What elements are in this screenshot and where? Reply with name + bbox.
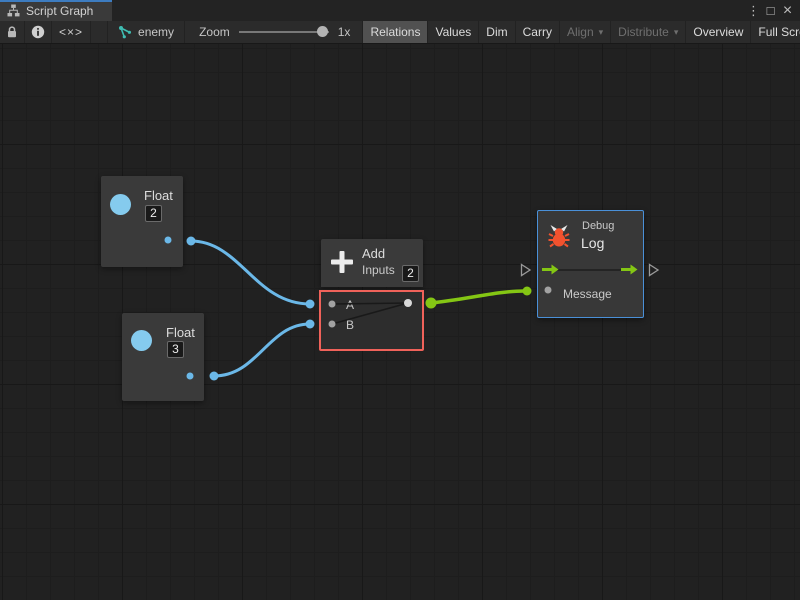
relations-toggle[interactable]: Relations <box>362 21 428 43</box>
flow-hint-triangle-right-icon <box>648 263 660 277</box>
port-a-label: A <box>346 298 354 312</box>
plus-icon <box>328 248 356 276</box>
inputs-count-field[interactable]: 2 <box>402 265 419 282</box>
zoom-value: 1x <box>338 25 351 39</box>
chevron-down-icon: ▾ <box>599 27 604 38</box>
titlebar: Script Graph ⋮ □ × <box>0 0 800 21</box>
wire-float1-to-a[interactable] <box>191 241 310 304</box>
node-float-1[interactable]: Float 2 <box>101 176 183 267</box>
inspect-button[interactable] <box>25 21 52 43</box>
message-port-label: Message <box>563 287 612 301</box>
graph-tab-icon <box>7 4 20 17</box>
window-menu-icon[interactable]: ⋮ <box>746 0 761 21</box>
zoom-slider-handle[interactable] <box>317 26 328 37</box>
full-screen-button[interactable]: Full Screen <box>751 21 800 43</box>
node-title: Add <box>362 246 385 261</box>
wire-endpoint <box>210 372 219 381</box>
distribute-dropdown[interactable]: Distribute ▾ <box>611 21 686 43</box>
float-type-icon <box>131 330 152 351</box>
node-category: Debug <box>582 220 614 232</box>
preview-code-button[interactable]: <×> <box>52 21 91 43</box>
values-label: Values <box>435 25 471 39</box>
tab-script-graph[interactable]: Script Graph <box>0 0 112 21</box>
wire-endpoint <box>306 320 315 329</box>
toolbar-spacer <box>185 21 199 43</box>
tab-title: Script Graph <box>26 4 93 18</box>
zoom-slider[interactable] <box>239 31 329 33</box>
dim-toggle[interactable]: Dim <box>479 21 515 43</box>
overview-button[interactable]: Overview <box>686 21 751 43</box>
overview-label: Overview <box>693 25 743 39</box>
flow-input-arrow-icon[interactable] <box>542 264 559 275</box>
node-add-header[interactable]: Add Inputs 2 <box>321 239 423 287</box>
align-dropdown[interactable]: Align ▾ <box>560 21 611 43</box>
zoom-label: Zoom <box>199 25 230 39</box>
wire-endpoint <box>426 298 437 309</box>
distribute-label: Distribute <box>618 25 669 39</box>
breadcrumb-graph[interactable]: enemy <box>107 21 185 43</box>
port-b-label: B <box>346 318 354 332</box>
carry-label: Carry <box>523 25 552 39</box>
wire-endpoint <box>306 300 315 309</box>
node-title: Float <box>166 325 195 340</box>
lock-icon <box>6 25 18 39</box>
wire-endpoint <box>523 287 532 296</box>
chevron-down-icon: ▾ <box>674 27 679 38</box>
node-title: Float <box>144 188 173 203</box>
lock-button[interactable] <box>0 21 25 43</box>
script-graph-window: Script Graph ⋮ □ × <box>0 0 800 600</box>
zoom-control: Zoom 1x <box>199 21 350 43</box>
node-float-2[interactable]: Float 3 <box>122 313 204 401</box>
node-title: Log <box>581 235 604 251</box>
full-screen-label: Full Screen <box>758 25 800 39</box>
wire-endpoint <box>187 237 196 246</box>
float-value-field[interactable]: 2 <box>145 205 162 222</box>
float-value-field[interactable]: 3 <box>167 341 184 358</box>
values-toggle[interactable]: Values <box>428 21 479 43</box>
wire-float2-to-b[interactable] <box>214 324 310 376</box>
carry-toggle[interactable]: Carry <box>516 21 560 43</box>
inputs-label: Inputs <box>362 263 395 277</box>
window-controls: ⋮ □ × <box>746 0 800 21</box>
float-type-icon <box>110 194 131 215</box>
graph-canvas[interactable]: Float 2 Float 3 Add Inputs 2 A B <box>0 44 800 600</box>
wire-add-to-message[interactable] <box>431 291 524 303</box>
tab-accent-line <box>0 0 112 2</box>
graph-toolbar: <×> enemy Zoom 1x Relations <box>0 21 800 44</box>
flow-output-arrow-icon[interactable] <box>621 264 638 275</box>
align-label: Align <box>567 25 594 39</box>
dim-label: Dim <box>486 25 507 39</box>
code-brackets-icon: <×> <box>59 25 83 39</box>
relations-label: Relations <box>370 25 420 39</box>
graph-icon <box>118 25 132 39</box>
bug-icon <box>546 223 572 249</box>
graph-name-label: enemy <box>138 25 174 39</box>
node-add-body-selected[interactable]: A B <box>319 290 424 351</box>
flow-hint-triangle-left-icon <box>520 263 532 277</box>
close-icon[interactable]: × <box>780 0 795 21</box>
maximize-icon[interactable]: □ <box>763 0 778 21</box>
info-icon <box>31 25 45 39</box>
